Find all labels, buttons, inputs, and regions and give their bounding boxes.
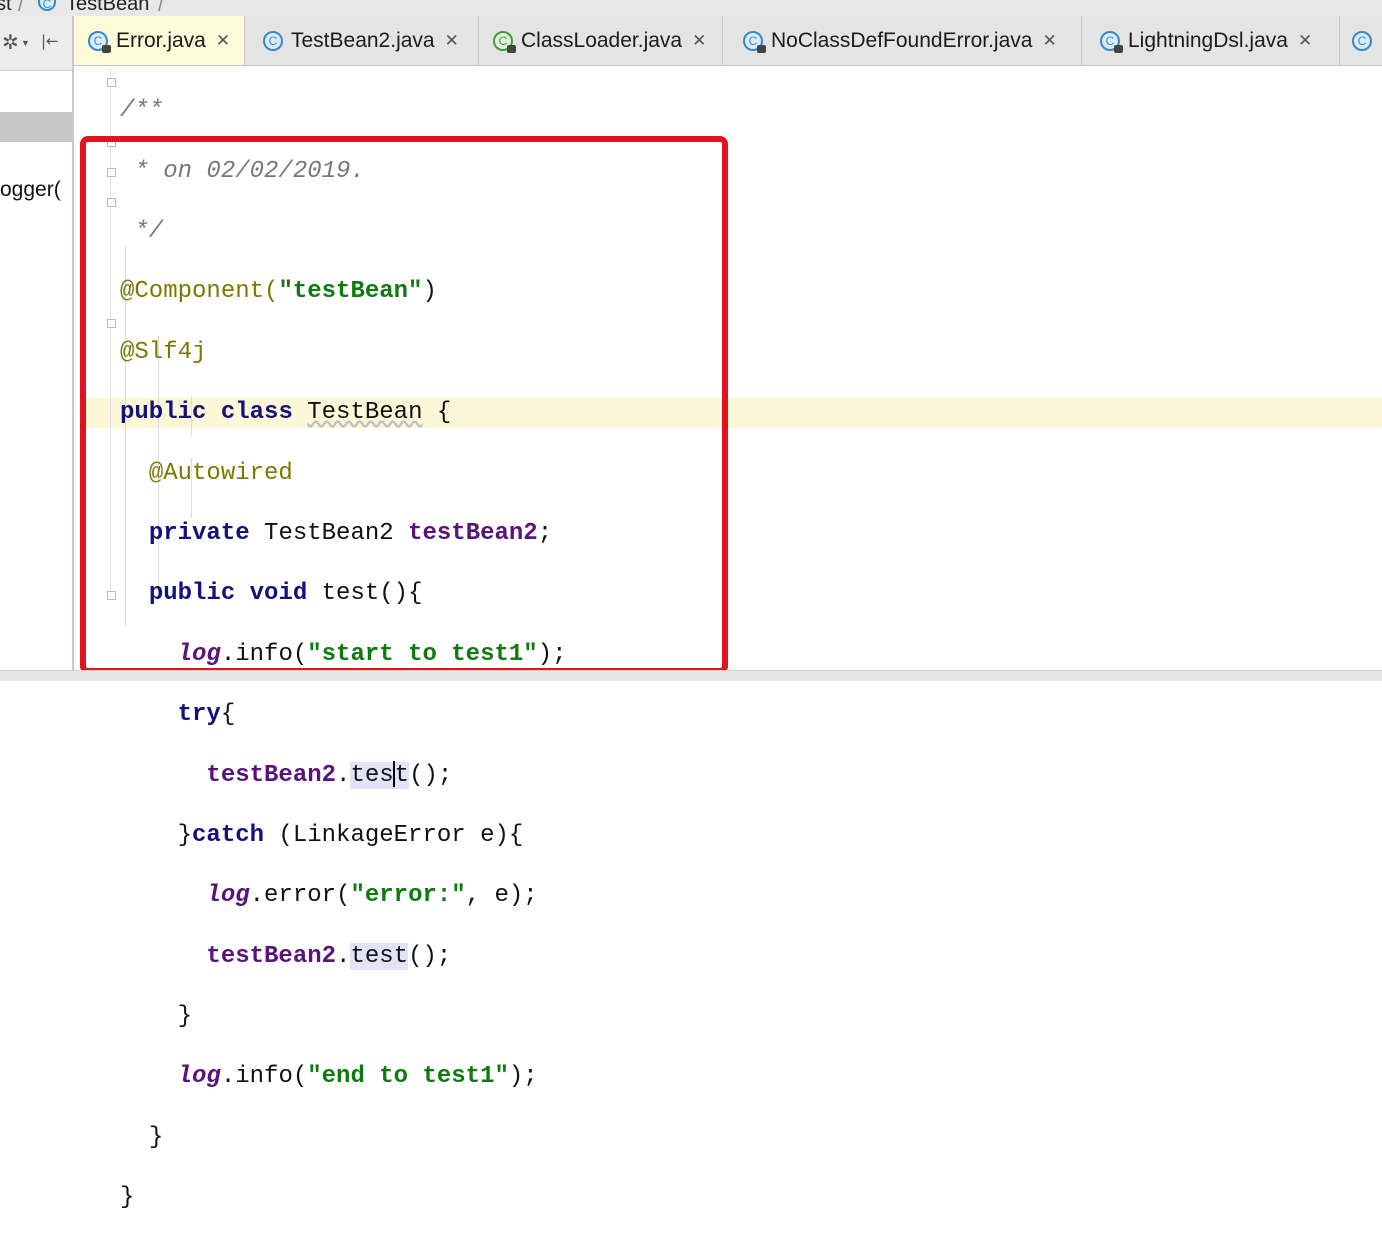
punctuation: .: [336, 942, 351, 970]
log-variable: log: [206, 882, 250, 910]
string-literal: "error:": [350, 882, 466, 910]
log-variable: log: [177, 1063, 221, 1091]
method-call-highlighted: test: [350, 761, 410, 789]
gear-icon[interactable]: ✲: [2, 30, 19, 55]
field-name: testBean2: [206, 761, 337, 789]
close-icon[interactable]: ✕: [692, 31, 706, 51]
highlight-box: [80, 136, 728, 674]
code-line-current: testBean2.test();: [120, 761, 567, 791]
catch-parameters: (LinkageError e){: [264, 821, 524, 849]
tab-label: NoClassDefFoundError.java: [771, 28, 1033, 52]
breadcrumb-current[interactable]: TestBean: [66, 0, 149, 16]
punctuation: ();: [409, 761, 453, 789]
panel-text: ogger(: [0, 178, 61, 201]
code-line: }: [120, 1123, 567, 1153]
class-lock-icon: C: [88, 30, 111, 53]
class-lock-icon: C: [743, 30, 766, 53]
code-line: }: [120, 1002, 567, 1032]
punctuation: );: [508, 1063, 538, 1091]
tab-lightningdsl-java[interactable]: C LightningDsl.java ✕: [1082, 16, 1340, 65]
code-line: log.info("end to test1");: [120, 1062, 567, 1092]
class-lock-icon: C: [1100, 30, 1123, 53]
punctuation: }: [177, 1003, 193, 1031]
breadcrumb-separator: /: [18, 0, 24, 16]
method-name-part: tes: [350, 761, 394, 789]
class-green-lock-icon: C: [493, 30, 516, 53]
collapse-icon[interactable]: |←: [41, 32, 59, 50]
code-line: testBean2.test();: [120, 942, 567, 972]
code-line: /**: [120, 96, 567, 126]
tab-testbean2-java[interactable]: C TestBean2.java ✕: [245, 16, 479, 65]
selected-row[interactable]: [0, 112, 72, 142]
panel-toolbar: ✲ ▼ |←: [0, 16, 72, 71]
punctuation: }: [148, 1123, 164, 1151]
field-name: testBean2: [206, 942, 337, 970]
method-call: .info(: [220, 1063, 308, 1091]
chevron-down-icon[interactable]: ▼: [21, 38, 30, 48]
close-icon[interactable]: ✕: [1298, 31, 1312, 51]
comment-open: /**: [120, 97, 164, 125]
class-icon: C: [38, 0, 56, 11]
tab-label: TestBean2.java: [291, 28, 435, 52]
tab-label: Error.java: [116, 28, 206, 52]
code-line: }catch (LinkageError e){: [120, 821, 567, 851]
tab-classloader-java[interactable]: C ClassLoader.java ✕: [479, 16, 723, 65]
method-call-highlighted: test: [350, 942, 409, 970]
keyword: catch: [192, 821, 265, 849]
code-line: log.error("error:", e);: [120, 881, 567, 911]
punctuation: {: [220, 701, 236, 729]
code-line: }: [120, 1183, 567, 1213]
method-call: .error(: [249, 882, 351, 910]
string-literal: "end to test1": [307, 1063, 509, 1091]
project-panel: ✲ ▼ |← ogger(: [0, 16, 74, 680]
fold-marker[interactable]: [107, 78, 116, 87]
punctuation: }: [120, 1184, 135, 1212]
tab-label: LightningDsl.java: [1128, 28, 1288, 52]
tab-noclassdeffounderror-java[interactable]: C NoClassDefFoundError.java ✕: [723, 16, 1082, 65]
punctuation: }: [177, 821, 193, 849]
method-name-part: t: [394, 761, 410, 789]
breadcrumb: st / C TestBean /: [0, 0, 1382, 16]
close-icon[interactable]: ✕: [445, 31, 459, 51]
class-icon: C: [263, 30, 283, 51]
keyword: try: [177, 701, 221, 729]
status-strip: [0, 670, 1382, 681]
breadcrumb-separator: /: [158, 0, 164, 16]
punctuation: , e);: [465, 882, 538, 910]
tab-partial[interactable]: C: [1340, 16, 1382, 65]
breadcrumb-prev[interactable]: st: [0, 0, 12, 16]
punctuation: ();: [408, 942, 452, 970]
code-line: try{: [120, 700, 567, 730]
tab-error-java[interactable]: C Error.java ✕: [74, 16, 245, 65]
close-icon[interactable]: ✕: [1042, 31, 1056, 51]
class-icon: C: [1352, 30, 1372, 51]
tab-label: ClassLoader.java: [521, 28, 683, 52]
punctuation: .: [336, 761, 351, 789]
editor-tabs: C Error.java ✕ C TestBean2.java ✕ C Clas…: [74, 16, 1382, 66]
close-icon[interactable]: ✕: [216, 31, 230, 51]
